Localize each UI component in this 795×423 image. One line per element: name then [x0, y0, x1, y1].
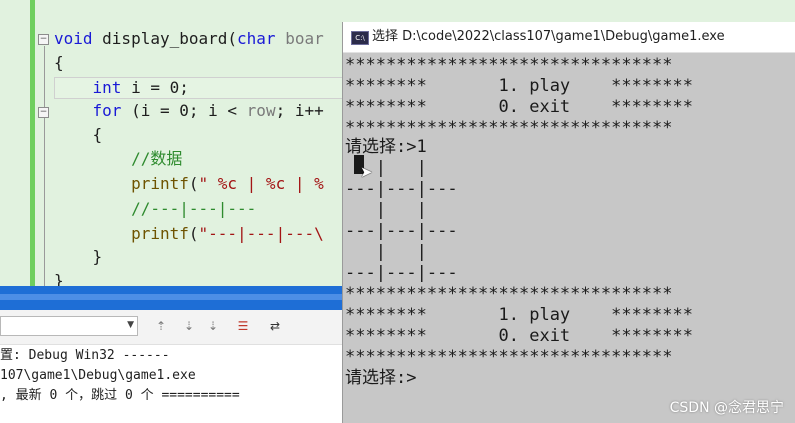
- fold-toggle-icon[interactable]: −: [38, 107, 49, 118]
- console-line: ******** 0. exit ********: [345, 326, 693, 346]
- console-line: ********************************: [345, 55, 673, 75]
- console-line: ---|---|---: [345, 263, 458, 283]
- code-token: display_board(: [92, 29, 238, 48]
- console-title: 选择 D:\code\2022\class107\game1\Debug\gam…: [372, 29, 725, 44]
- code-token: " %c | %c | %: [198, 174, 324, 193]
- code-line: void display_board(char boar: [54, 28, 324, 50]
- output-panel: ▼ ⇡ ⇣ ⇣ ☰ ⇄ 置: Debug Win32 ------ 107\gam…: [0, 286, 345, 423]
- console-line: | |: [345, 242, 427, 262]
- code-token: boar: [275, 29, 324, 48]
- code-line: //数据: [54, 148, 182, 170]
- console-line: ********************************: [345, 284, 673, 304]
- console-line: ---|---|---: [345, 179, 458, 199]
- code-token: (i = 0; i <: [121, 101, 247, 120]
- console-line: | |: [345, 200, 427, 220]
- code-token: (: [188, 174, 199, 193]
- code-token: row: [246, 101, 276, 120]
- console-line: 请选择:>: [345, 368, 417, 388]
- code-line: //---|---|---: [54, 198, 256, 220]
- code-line: {: [54, 124, 103, 146]
- code-line: {: [54, 52, 64, 74]
- change-indicator-bar: [30, 0, 35, 286]
- console-line: | |: [345, 158, 427, 178]
- output-text: 置: Debug Win32 ------ 107\game1\Debug\gam…: [0, 346, 345, 406]
- code-token: {: [54, 53, 64, 72]
- output-toolbar: ▼ ⇡ ⇣ ⇣ ☰ ⇄: [0, 310, 345, 345]
- console-line: ******** 0. exit ********: [345, 97, 693, 117]
- find-message-icon[interactable]: ⇣: [204, 318, 222, 334]
- clear-all-icon[interactable]: ☰: [234, 318, 252, 334]
- output-source-select[interactable]: ▼: [0, 316, 138, 336]
- code-token: //---|---|---: [131, 199, 257, 218]
- code-token: for: [92, 101, 122, 120]
- console-line: ******** 1. play ********: [345, 305, 693, 325]
- code-line: for (i = 0; i < row; i++: [54, 100, 324, 122]
- console-app-icon: C:\: [351, 31, 369, 45]
- output-line: 置: Debug Win32 ------: [0, 348, 170, 363]
- code-token: printf: [131, 224, 189, 243]
- chevron-down-icon: ▼: [127, 320, 134, 330]
- csdn-watermark: CSDN @念君思宁: [669, 400, 784, 416]
- console-window[interactable]: C:\ 选择 D:\code\2022\class107\game1\Debug…: [342, 22, 795, 423]
- console-line: 请选择:>1: [345, 137, 427, 157]
- code-token: //数据: [131, 149, 183, 168]
- code-token: printf: [131, 174, 189, 193]
- code-token: char: [237, 29, 276, 48]
- code-token: (: [188, 224, 199, 243]
- code-line: printf(" %c | %c | %: [54, 173, 324, 195]
- console-line: ******** 1. play ********: [345, 76, 693, 96]
- code-line: }: [54, 270, 64, 286]
- code-token: }: [54, 247, 103, 266]
- code-token: {: [54, 125, 103, 144]
- code-token: void: [54, 29, 93, 48]
- console-titlebar[interactable]: C:\ 选择 D:\code\2022\class107\game1\Debug…: [343, 22, 795, 53]
- code-token: }: [54, 271, 64, 286]
- code-line: int i = 0;: [54, 77, 189, 99]
- code-line: printf("---|---|---\: [54, 223, 324, 245]
- code-token: i = 0;: [121, 78, 189, 97]
- console-line: ---|---|---: [345, 221, 458, 241]
- toggle-word-wrap-icon[interactable]: ⇄: [266, 318, 284, 334]
- code-token: ; i++: [275, 101, 324, 120]
- code-token: int: [92, 78, 122, 97]
- code-line: }: [54, 246, 103, 268]
- output-panel-header: [0, 286, 345, 310]
- go-to-next-message-icon[interactable]: ⇣: [180, 318, 198, 334]
- console-output: ➤ ******************************** ******…: [343, 54, 795, 423]
- output-line: , 最新 0 个，跳过 0 个 ==========: [0, 388, 240, 403]
- go-to-previous-message-icon[interactable]: ⇡: [152, 318, 170, 334]
- code-token: "---|---|---\: [198, 224, 324, 243]
- console-line: ********************************: [345, 347, 673, 367]
- fold-guide-line: [44, 46, 45, 286]
- fold-toggle-icon[interactable]: −: [38, 34, 49, 45]
- output-line: 107\game1\Debug\game1.exe: [0, 368, 196, 383]
- panel-scrollbar[interactable]: [0, 294, 345, 300]
